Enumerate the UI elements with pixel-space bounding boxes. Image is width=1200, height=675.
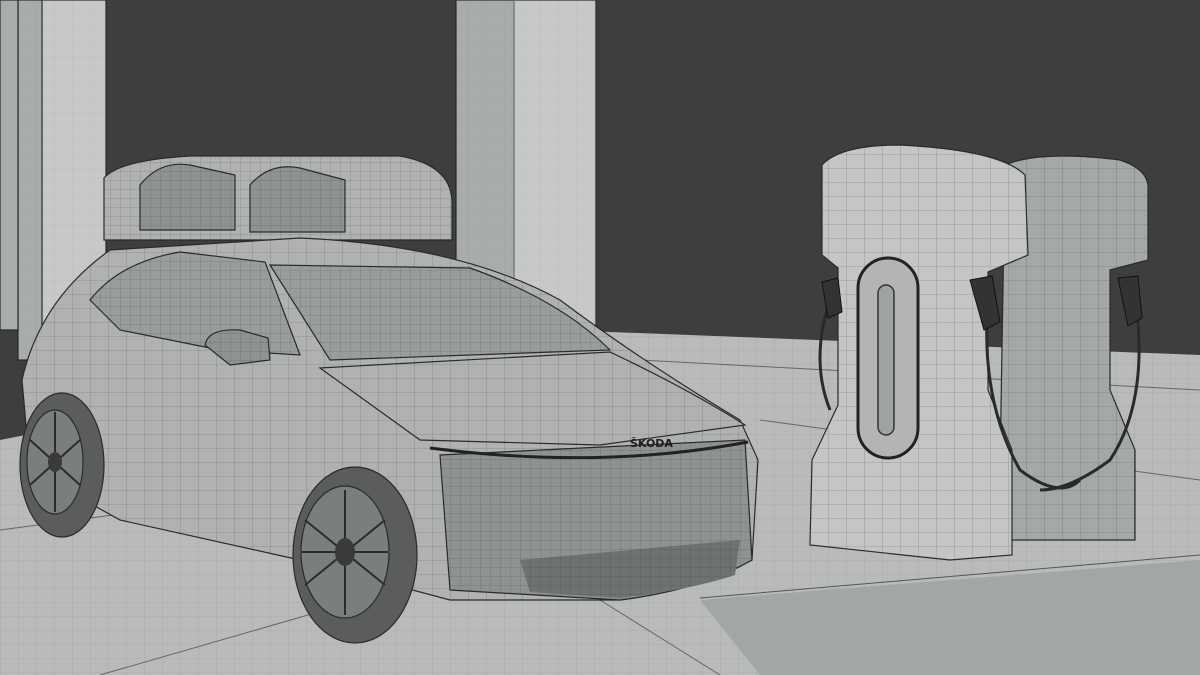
render-canvas: ŠKODA xyxy=(0,0,1200,675)
front-wheel xyxy=(292,466,418,644)
brand-badge: ŠKODA xyxy=(630,437,673,450)
rear-wheel xyxy=(19,392,105,538)
pillar-left-far xyxy=(0,0,19,331)
wireframe-render-scene: ŠKODA xyxy=(0,0,1200,675)
